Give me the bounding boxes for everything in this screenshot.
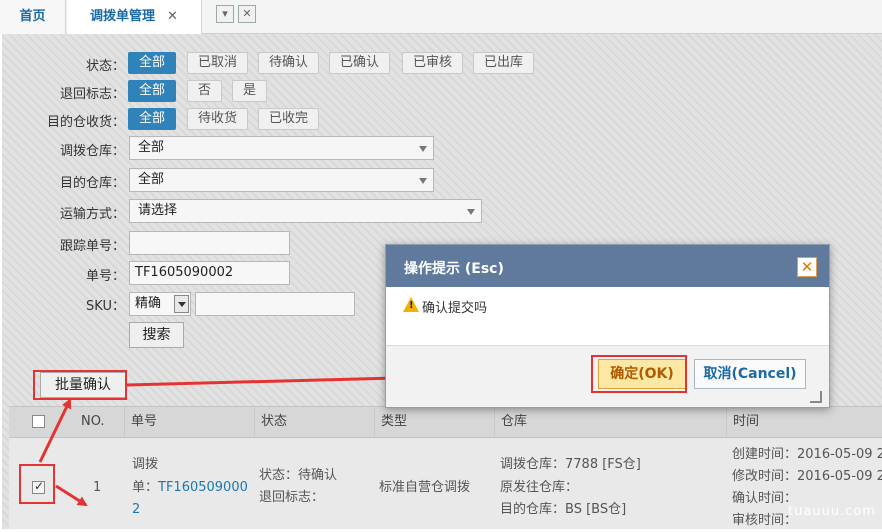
dialog-header[interactable]: 操作提示 (Esc) ✕ <box>386 245 829 287</box>
annotation-box-ok <box>591 355 687 393</box>
dialog-message: 确认提交吗 <box>422 301 488 316</box>
arrow-to-checkbox <box>55 484 88 507</box>
watermark: tuauuu.com <box>788 504 876 519</box>
arrow-to-batch <box>38 398 72 463</box>
close-icon[interactable]: ✕ <box>797 257 817 277</box>
resize-handle-icon[interactable] <box>810 391 822 403</box>
dialog-title: 操作提示 (Esc) <box>404 261 504 277</box>
warning-mark: ! <box>409 300 414 311</box>
cancel-button[interactable]: 取消(Cancel) <box>694 359 806 389</box>
